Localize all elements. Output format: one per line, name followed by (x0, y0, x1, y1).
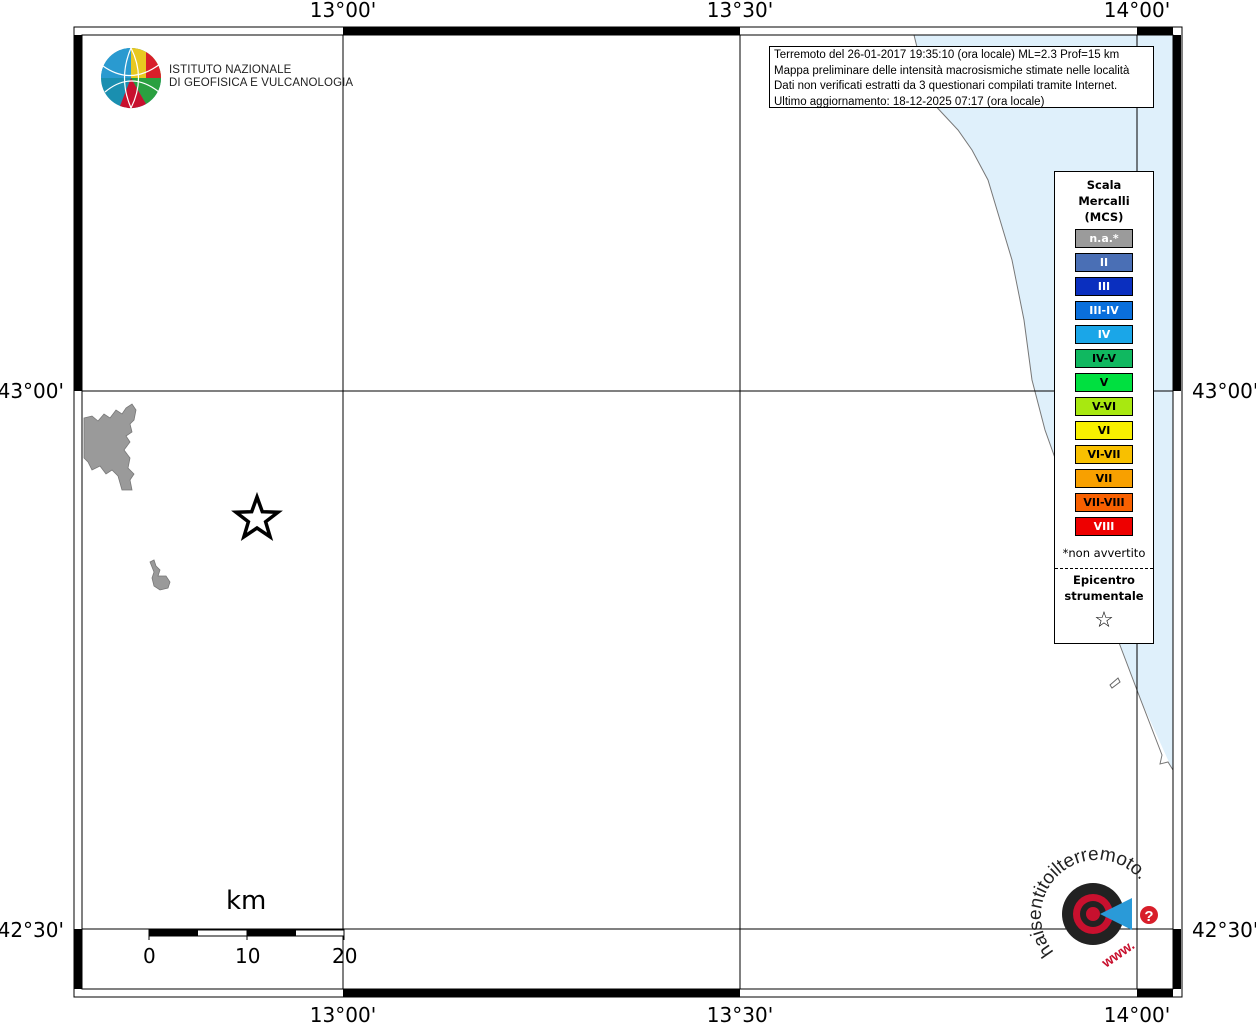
lon-label-top-1330: 13°30' (707, 0, 773, 22)
lon-label-top-1400: 14°00' (1104, 0, 1170, 22)
lon-label-bottom-1300: 13°00' (310, 1003, 376, 1024)
site-question-mark: ? (1144, 908, 1153, 925)
legend-swatch: VI (1075, 421, 1133, 440)
scale-tick-10: 10 (235, 944, 261, 968)
event-info-line1: Terremoto del 26-01-2017 19:35:10 (ora l… (774, 49, 1120, 61)
legend-epicenter-line1: Epicentro (1073, 573, 1135, 587)
legend-epicenter-star-icon: ☆ (1094, 608, 1114, 633)
ingv-globe-icon (101, 47, 161, 109)
legend-epicenter-title: Epicentro strumentale (1055, 572, 1153, 604)
legend-swatch: III (1075, 277, 1133, 296)
legend-separator (1055, 568, 1153, 569)
legend-swatch: IV (1075, 325, 1133, 344)
legend-swatch: VI-VII (1075, 445, 1133, 464)
ingv-name-line1: ISTITUTO NAZIONALE (169, 64, 292, 76)
lat-label-right-4230: 42°30' (1192, 918, 1256, 942)
legend-title-line2: Mercalli (1078, 194, 1130, 208)
event-info-box: Terremoto del 26-01-2017 19:35:10 (ora l… (769, 46, 1154, 108)
legend-swatch: n.a.* (1075, 229, 1133, 248)
ingv-name-line2: DI GEOFISICA E VULCANOLOGIA (169, 77, 354, 89)
legend-swatch: VII-VIII (1075, 493, 1133, 512)
lon-label-bottom-1330: 13°30' (707, 1003, 773, 1024)
lat-label-left-4230: 42°30' (0, 918, 64, 942)
legend-swatch: VIII (1075, 517, 1133, 536)
lon-label-bottom-1400: 14°00' (1104, 1003, 1170, 1024)
legend-epicenter-line2: strumentale (1064, 589, 1144, 603)
legend-swatch: III-IV (1075, 301, 1133, 320)
lat-label-left-4300: 43°00' (0, 379, 64, 403)
lat-label-right-4300: 43°00' (1192, 379, 1256, 403)
legend-swatch: IV-V (1075, 349, 1133, 368)
intensity-legend: Scala Mercalli (MCS) n.a.* II III III-IV IV I… (1054, 171, 1154, 644)
legend-swatch: V (1075, 373, 1133, 392)
event-info-line4: Ultimo aggiornamento: 18-12-2025 07:17 (… (774, 95, 1045, 108)
legend-footnote: *non avvertito (1062, 546, 1146, 560)
lon-label-top-1300: 13°00' (310, 0, 376, 22)
coast-islet (1109, 677, 1121, 689)
epicenter-star (231, 491, 283, 541)
scale-tick-0: 0 (143, 944, 156, 968)
legend-title-line3: (MCS) (1084, 210, 1124, 224)
scale-bar (148, 929, 345, 940)
legend-title: Scala Mercalli (MCS) (1055, 177, 1153, 225)
legend-swatch: V-VI (1075, 397, 1133, 416)
scale-unit: km (226, 886, 267, 916)
legend-title-line1: Scala (1086, 178, 1122, 192)
scale-tick-20: 20 (332, 944, 358, 968)
event-info-line2: Mappa preliminare delle intensità macros… (774, 64, 1130, 77)
event-info-line3: Dati non verificati estratti da 3 questi… (774, 80, 1118, 92)
legend-swatch: II (1075, 253, 1133, 272)
legend-swatch: VII (1075, 469, 1133, 488)
ingv-name: ISTITUTO NAZIONALE DI GEOFISICA E VULCAN… (169, 64, 353, 90)
land-area (149, 559, 171, 591)
land-area (83, 403, 137, 491)
